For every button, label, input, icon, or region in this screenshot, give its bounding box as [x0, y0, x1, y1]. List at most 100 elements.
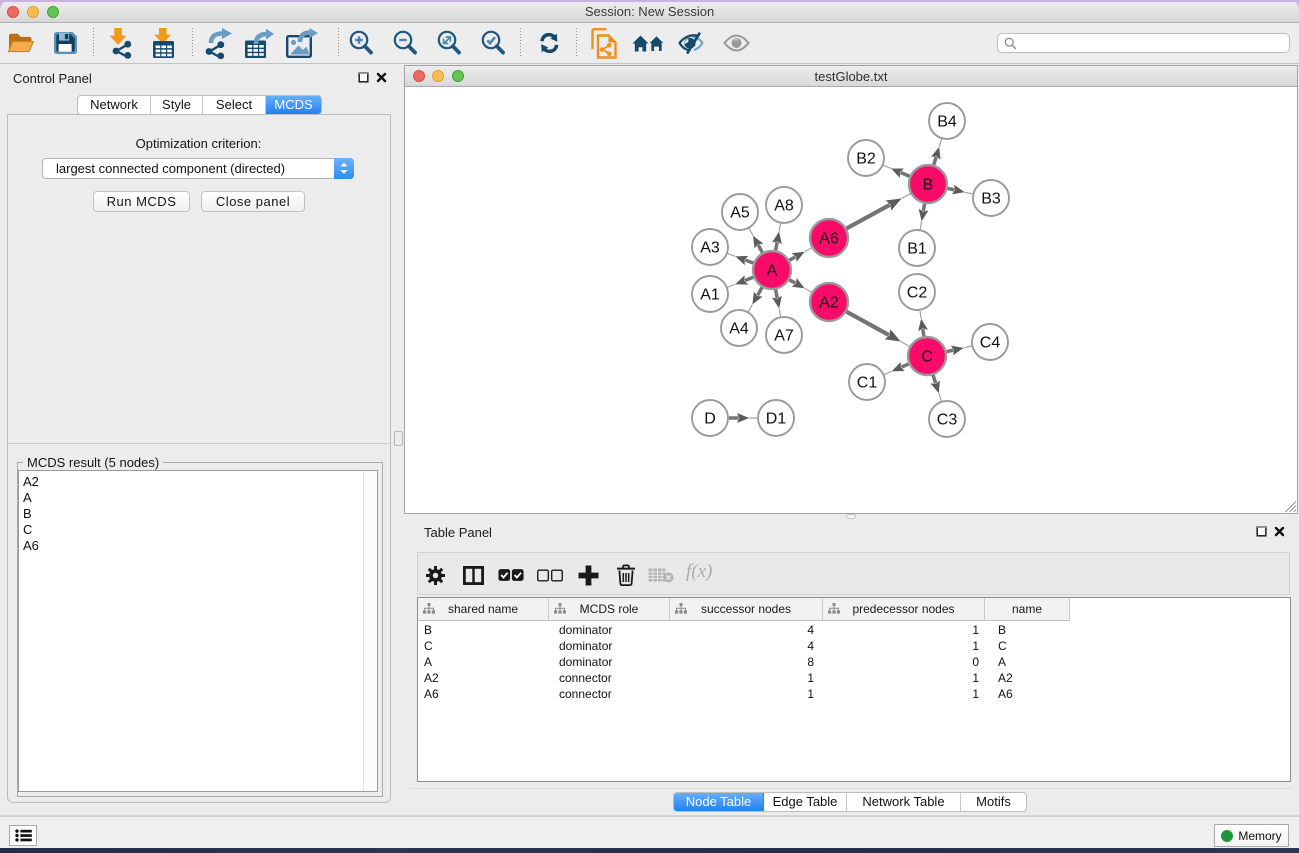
table-row[interactable]: A6connector11A6	[418, 686, 1290, 702]
float-panel-icon[interactable]	[1256, 526, 1267, 537]
graph-node-D[interactable]: D	[692, 400, 728, 436]
horizontal-splitter-grip[interactable]	[846, 514, 856, 519]
network-canvas[interactable]: AA1A2A3A4A5A6A7A8BB1B2B3B4CC1C2C3C4DD1	[405, 87, 1297, 513]
mcds-result-item[interactable]: A6	[19, 538, 377, 554]
mcds-result-item[interactable]: A	[19, 490, 377, 506]
tab-network[interactable]: Network	[78, 96, 151, 114]
graph-node-A[interactable]: A	[753, 251, 791, 289]
graph-edge[interactable]	[758, 245, 762, 253]
column-header-MCDS-role[interactable]: MCDS role	[549, 598, 670, 620]
graph-node-A1[interactable]: A1	[692, 276, 728, 312]
show-column-panel-button[interactable]	[460, 563, 486, 587]
graph-edge[interactable]	[745, 277, 753, 280]
graph-edge[interactable]	[758, 287, 763, 295]
tab-select[interactable]: Select	[203, 96, 266, 114]
run-mcds-button[interactable]: Run MCDS	[93, 191, 190, 212]
close-panel-button[interactable]: Close panel	[201, 191, 305, 212]
graph-edge[interactable]	[934, 157, 936, 165]
open-file-button[interactable]	[3, 25, 39, 61]
graph-edge[interactable]	[947, 350, 954, 352]
mcds-result-item[interactable]: B	[19, 506, 377, 522]
graph-edge[interactable]	[789, 257, 795, 260]
tab-node-table[interactable]: Node Table	[674, 793, 764, 811]
refresh-button[interactable]	[531, 25, 567, 61]
deselect-all-button[interactable]	[537, 563, 563, 587]
import-network-button[interactable]	[103, 25, 139, 61]
table-row[interactable]: Cdominator41C	[418, 638, 1290, 654]
graph-edge[interactable]	[933, 375, 936, 383]
graph-node-A3[interactable]: A3	[692, 229, 728, 265]
delete-columns-button[interactable]	[613, 563, 639, 587]
mcds-result-item[interactable]: A2	[19, 474, 377, 490]
resize-grip-icon[interactable]	[1284, 500, 1297, 513]
float-panel-icon[interactable]	[358, 72, 369, 83]
export-network-button[interactable]	[200, 25, 236, 61]
import-table-button[interactable]	[145, 25, 181, 61]
scrollbar-track[interactable]	[363, 471, 377, 791]
graph-edge[interactable]	[745, 260, 753, 263]
graph-node-A4[interactable]: A4	[721, 310, 757, 346]
graph-node-A6[interactable]: A6	[810, 219, 848, 257]
graph-node-C4[interactable]: C4	[972, 324, 1008, 360]
table-row[interactable]: Adominator80A	[418, 654, 1290, 670]
table-row[interactable]: A2connector11A2	[418, 670, 1290, 686]
tab-style[interactable]: Style	[151, 96, 203, 114]
zoom-out-button[interactable]	[387, 25, 423, 61]
tab-edge-table[interactable]: Edge Table	[764, 793, 847, 811]
graph-edge[interactable]	[923, 204, 924, 211]
criterion-select[interactable]: largest connected component (directed)	[42, 158, 354, 179]
save-session-button[interactable]	[47, 25, 83, 61]
graph-node-A2[interactable]: A2	[810, 283, 848, 321]
mcds-result-item[interactable]: C	[19, 522, 377, 538]
hide-selected-button[interactable]	[673, 25, 709, 61]
delete-table-button[interactable]	[648, 563, 674, 587]
tab-mcds[interactable]: MCDS	[266, 96, 321, 114]
table-row[interactable]: Bdominator41B	[418, 622, 1290, 638]
column-header-shared-name[interactable]: shared name	[418, 598, 549, 620]
graph-edge[interactable]	[776, 242, 778, 250]
tab-motifs[interactable]: Motifs	[961, 793, 1026, 811]
export-table-button[interactable]	[241, 25, 277, 61]
export-image-button[interactable]	[284, 25, 320, 61]
zoom-selected-button[interactable]	[475, 25, 511, 61]
graph-node-C1[interactable]: C1	[849, 364, 885, 400]
node-table[interactable]: shared nameMCDS rolesuccessor nodesprede…	[417, 597, 1291, 782]
graph-edge[interactable]	[847, 312, 889, 335]
graph-node-A7[interactable]: A7	[766, 317, 802, 353]
clone-network-button[interactable]	[586, 25, 622, 61]
graph-node-B3[interactable]: B3	[973, 180, 1009, 216]
graph-edge[interactable]	[776, 290, 778, 298]
graph-edge[interactable]	[847, 205, 890, 229]
graph-edge[interactable]	[923, 329, 924, 336]
close-panel-icon[interactable]	[376, 72, 387, 83]
column-header-predecessor-nodes[interactable]: predecessor nodes	[823, 598, 985, 620]
graph-node-B2[interactable]: B2	[848, 140, 884, 176]
graph-edge[interactable]	[948, 188, 955, 190]
show-all-networks-button[interactable]	[630, 25, 666, 61]
graph-node-A5[interactable]: A5	[722, 194, 758, 230]
column-header-name[interactable]: name	[985, 598, 1070, 620]
vertical-splitter-grip[interactable]	[394, 431, 403, 446]
select-all-button[interactable]	[498, 563, 524, 587]
graph-node-C2[interactable]: C2	[899, 274, 935, 310]
graph-edge[interactable]	[901, 364, 908, 367]
graph-node-D1[interactable]: D1	[758, 400, 794, 436]
table-options-button[interactable]	[422, 563, 448, 587]
graph-node-C3[interactable]: C3	[929, 401, 965, 437]
graph-node-B[interactable]: B	[909, 165, 947, 203]
graph-node-A8[interactable]: A8	[766, 187, 802, 223]
graph-edge[interactable]	[789, 280, 795, 283]
graph-node-B1[interactable]: B1	[899, 230, 935, 266]
zoom-in-button[interactable]	[343, 25, 379, 61]
show-panels-button[interactable]	[9, 825, 37, 846]
graph-edge[interactable]	[901, 173, 910, 177]
column-header-successor-nodes[interactable]: successor nodes	[670, 598, 823, 620]
mcds-result-list[interactable]: A2ABCA6	[18, 470, 378, 792]
search-input[interactable]	[997, 33, 1290, 53]
zoom-fit-button[interactable]	[431, 25, 467, 61]
close-panel-icon[interactable]	[1274, 526, 1285, 537]
show-selected-button[interactable]	[718, 25, 754, 61]
memory-button[interactable]: Memory	[1214, 824, 1289, 847]
tab-network-table[interactable]: Network Table	[847, 793, 961, 811]
create-column-button[interactable]	[575, 563, 601, 587]
